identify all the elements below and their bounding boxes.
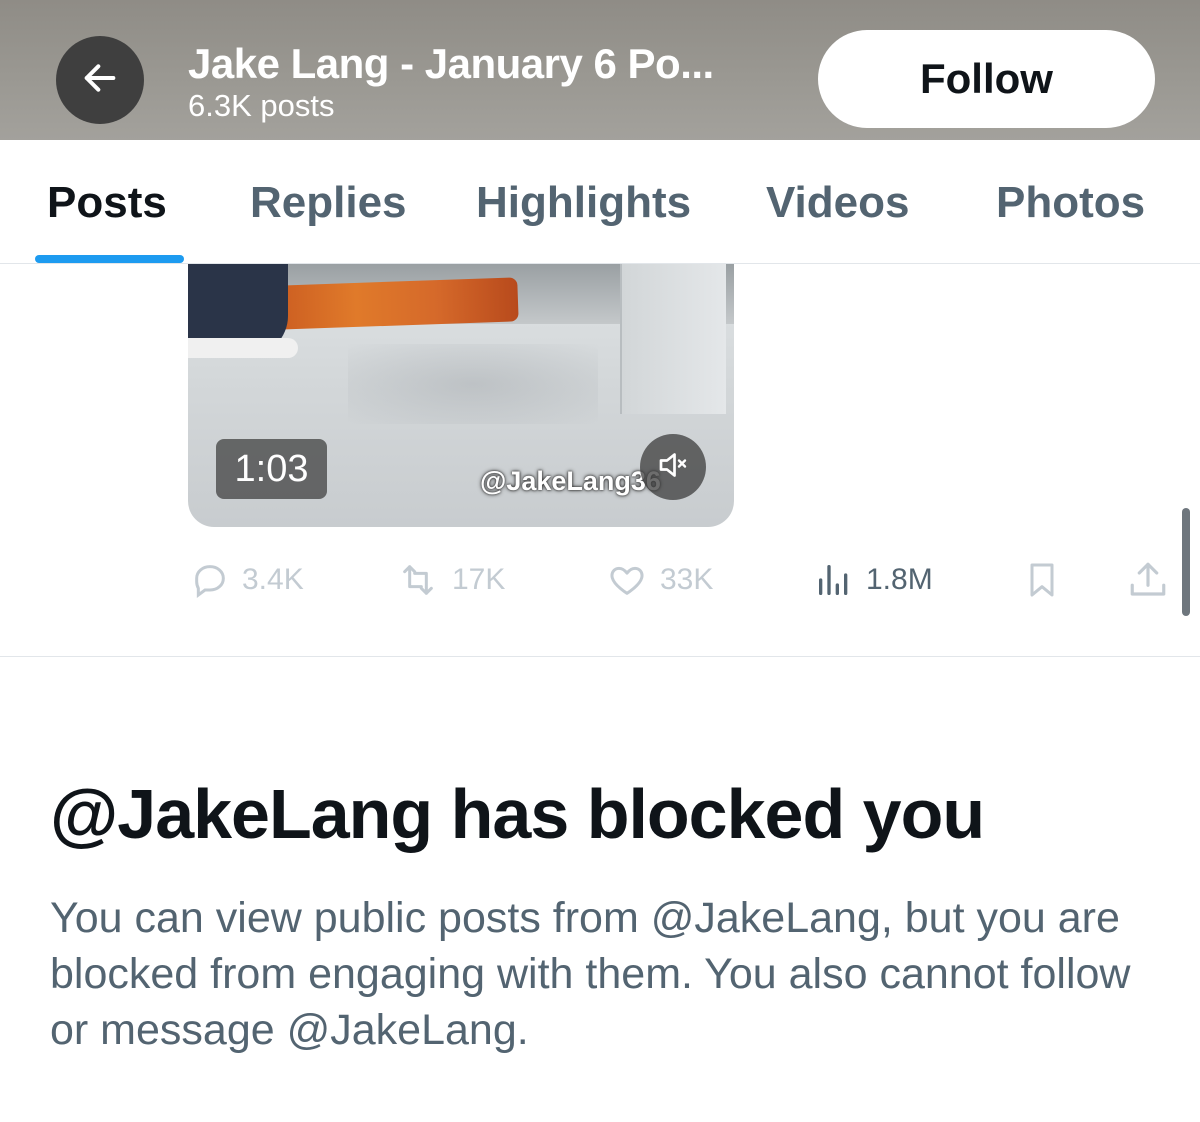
heart-icon: [606, 560, 648, 600]
video-frame-shoe-sole: [188, 338, 298, 358]
section-divider: [0, 656, 1200, 657]
reply-icon: [190, 560, 230, 600]
blocked-description: You can view public posts from @JakeLang…: [50, 894, 1131, 1054]
video-watermark: @JakeLang36: [480, 466, 661, 496]
video-frame-object: [247, 277, 519, 331]
tab-photos[interactable]: Photos: [996, 178, 1145, 228]
blocked-heading: @JakeLang has blocked you: [50, 775, 985, 853]
video-frame-post: [620, 264, 726, 414]
video-duration-badge: 1:03: [216, 439, 327, 499]
like-action[interactable]: 33K: [606, 556, 713, 604]
tab-videos[interactable]: Videos: [766, 178, 909, 228]
views-chart-icon: [814, 560, 854, 600]
active-tab-indicator: [35, 255, 184, 263]
speaker-muted-icon: [655, 447, 691, 488]
follow-button[interactable]: Follow: [818, 30, 1155, 128]
post-video[interactable]: 1:03 @JakeLang36: [188, 264, 734, 527]
tab-replies[interactable]: Replies: [250, 178, 407, 228]
reply-count: 3.4K: [242, 563, 304, 596]
reply-action[interactable]: 3.4K: [190, 556, 304, 604]
like-count: 33K: [660, 563, 714, 596]
profile-tabs: Posts Replies Highlights Videos Photos: [0, 140, 1200, 264]
mute-button[interactable]: [640, 434, 706, 500]
views-action[interactable]: 1.8M: [814, 556, 933, 604]
profile-header: Jake Lang - January 6 Po... 6.3K posts F…: [0, 0, 1200, 140]
arrow-left-icon: [80, 58, 120, 103]
repost-count: 17K: [452, 563, 506, 596]
share-icon: [1126, 559, 1170, 601]
post-actions: 3.4K 17K 33K 1.8M: [0, 556, 1200, 606]
bookmark-icon: [1022, 560, 1062, 600]
back-button[interactable]: [56, 36, 144, 124]
bookmark-action[interactable]: [1022, 556, 1062, 604]
tab-posts[interactable]: Posts: [47, 178, 167, 228]
tab-highlights[interactable]: Highlights: [476, 178, 691, 228]
repost-icon: [396, 560, 440, 600]
share-action[interactable]: [1126, 556, 1170, 604]
repost-action[interactable]: 17K: [396, 556, 505, 604]
video-frame-shadow: [348, 344, 598, 424]
views-count: 1.8M: [866, 563, 933, 596]
post-count: 6.3K posts: [188, 88, 335, 123]
scrollbar[interactable]: [1182, 508, 1190, 616]
profile-title: Jake Lang - January 6 Po...: [188, 40, 714, 87]
